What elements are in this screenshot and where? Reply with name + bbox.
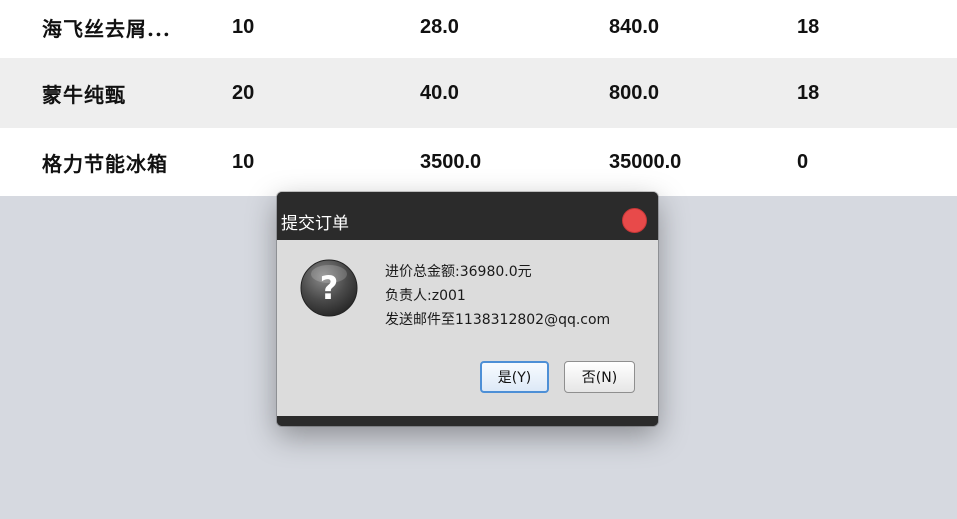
cell-stock: 0 (797, 150, 809, 173)
table-row[interactable]: 蒙牛纯甄 20 40.0 800.0 18 (0, 58, 957, 128)
dialog-title: 提交订单 (281, 214, 349, 234)
cell-total: 840.0 (609, 15, 660, 38)
message-line-manager: 负责人:z001 (385, 288, 466, 304)
cell-quantity: 10 (232, 15, 255, 38)
dialog-titlebar[interactable]: 提交订单 (277, 192, 658, 240)
table-row[interactable]: 格力节能冰箱 10 3500.0 35000.0 0 (0, 128, 957, 196)
dialog-bottom-bar (277, 416, 658, 426)
cell-product-name: 蒙牛纯甄 (42, 82, 126, 107)
submit-order-dialog: 提交订单 ? 进价总金额:36980.0元 负责人:z001 发送邮件至1138… (277, 192, 658, 426)
message-line-email: 发送邮件至1138312802@qq.com (385, 312, 611, 328)
cell-unit-price: 40.0 (420, 81, 459, 104)
cell-product-name: 海飞丝去屑... (42, 16, 171, 41)
cell-unit-price: 28.0 (420, 15, 459, 38)
dialog-content: ? 进价总金额:36980.0元 负责人:z001 发送邮件至113831280… (277, 240, 658, 416)
svg-text:?: ? (320, 269, 339, 307)
no-button[interactable]: 否(N) (564, 361, 635, 393)
cell-product-name: 格力节能冰箱 (42, 151, 168, 176)
cell-total: 35000.0 (609, 150, 682, 173)
cell-unit-price: 3500.0 (420, 150, 482, 173)
cell-stock: 18 (797, 15, 820, 38)
cell-total: 800.0 (609, 81, 660, 104)
yes-button[interactable]: 是(Y) (480, 361, 549, 393)
close-button[interactable] (622, 208, 647, 233)
dialog-message: 进价总金额:36980.0元 负责人:z001 发送邮件至1138312802@… (385, 260, 610, 332)
cell-quantity: 10 (232, 150, 255, 173)
table-row[interactable]: 海飞丝去屑... 10 28.0 840.0 18 (0, 0, 957, 58)
message-line-total: 进价总金额:36980.0元 (385, 264, 532, 280)
question-icon: ? (300, 259, 358, 317)
cell-quantity: 20 (232, 81, 255, 104)
order-table: 海飞丝去屑... 10 28.0 840.0 18 蒙牛纯甄 20 40.0 8… (0, 0, 957, 200)
cell-stock: 18 (797, 81, 820, 104)
